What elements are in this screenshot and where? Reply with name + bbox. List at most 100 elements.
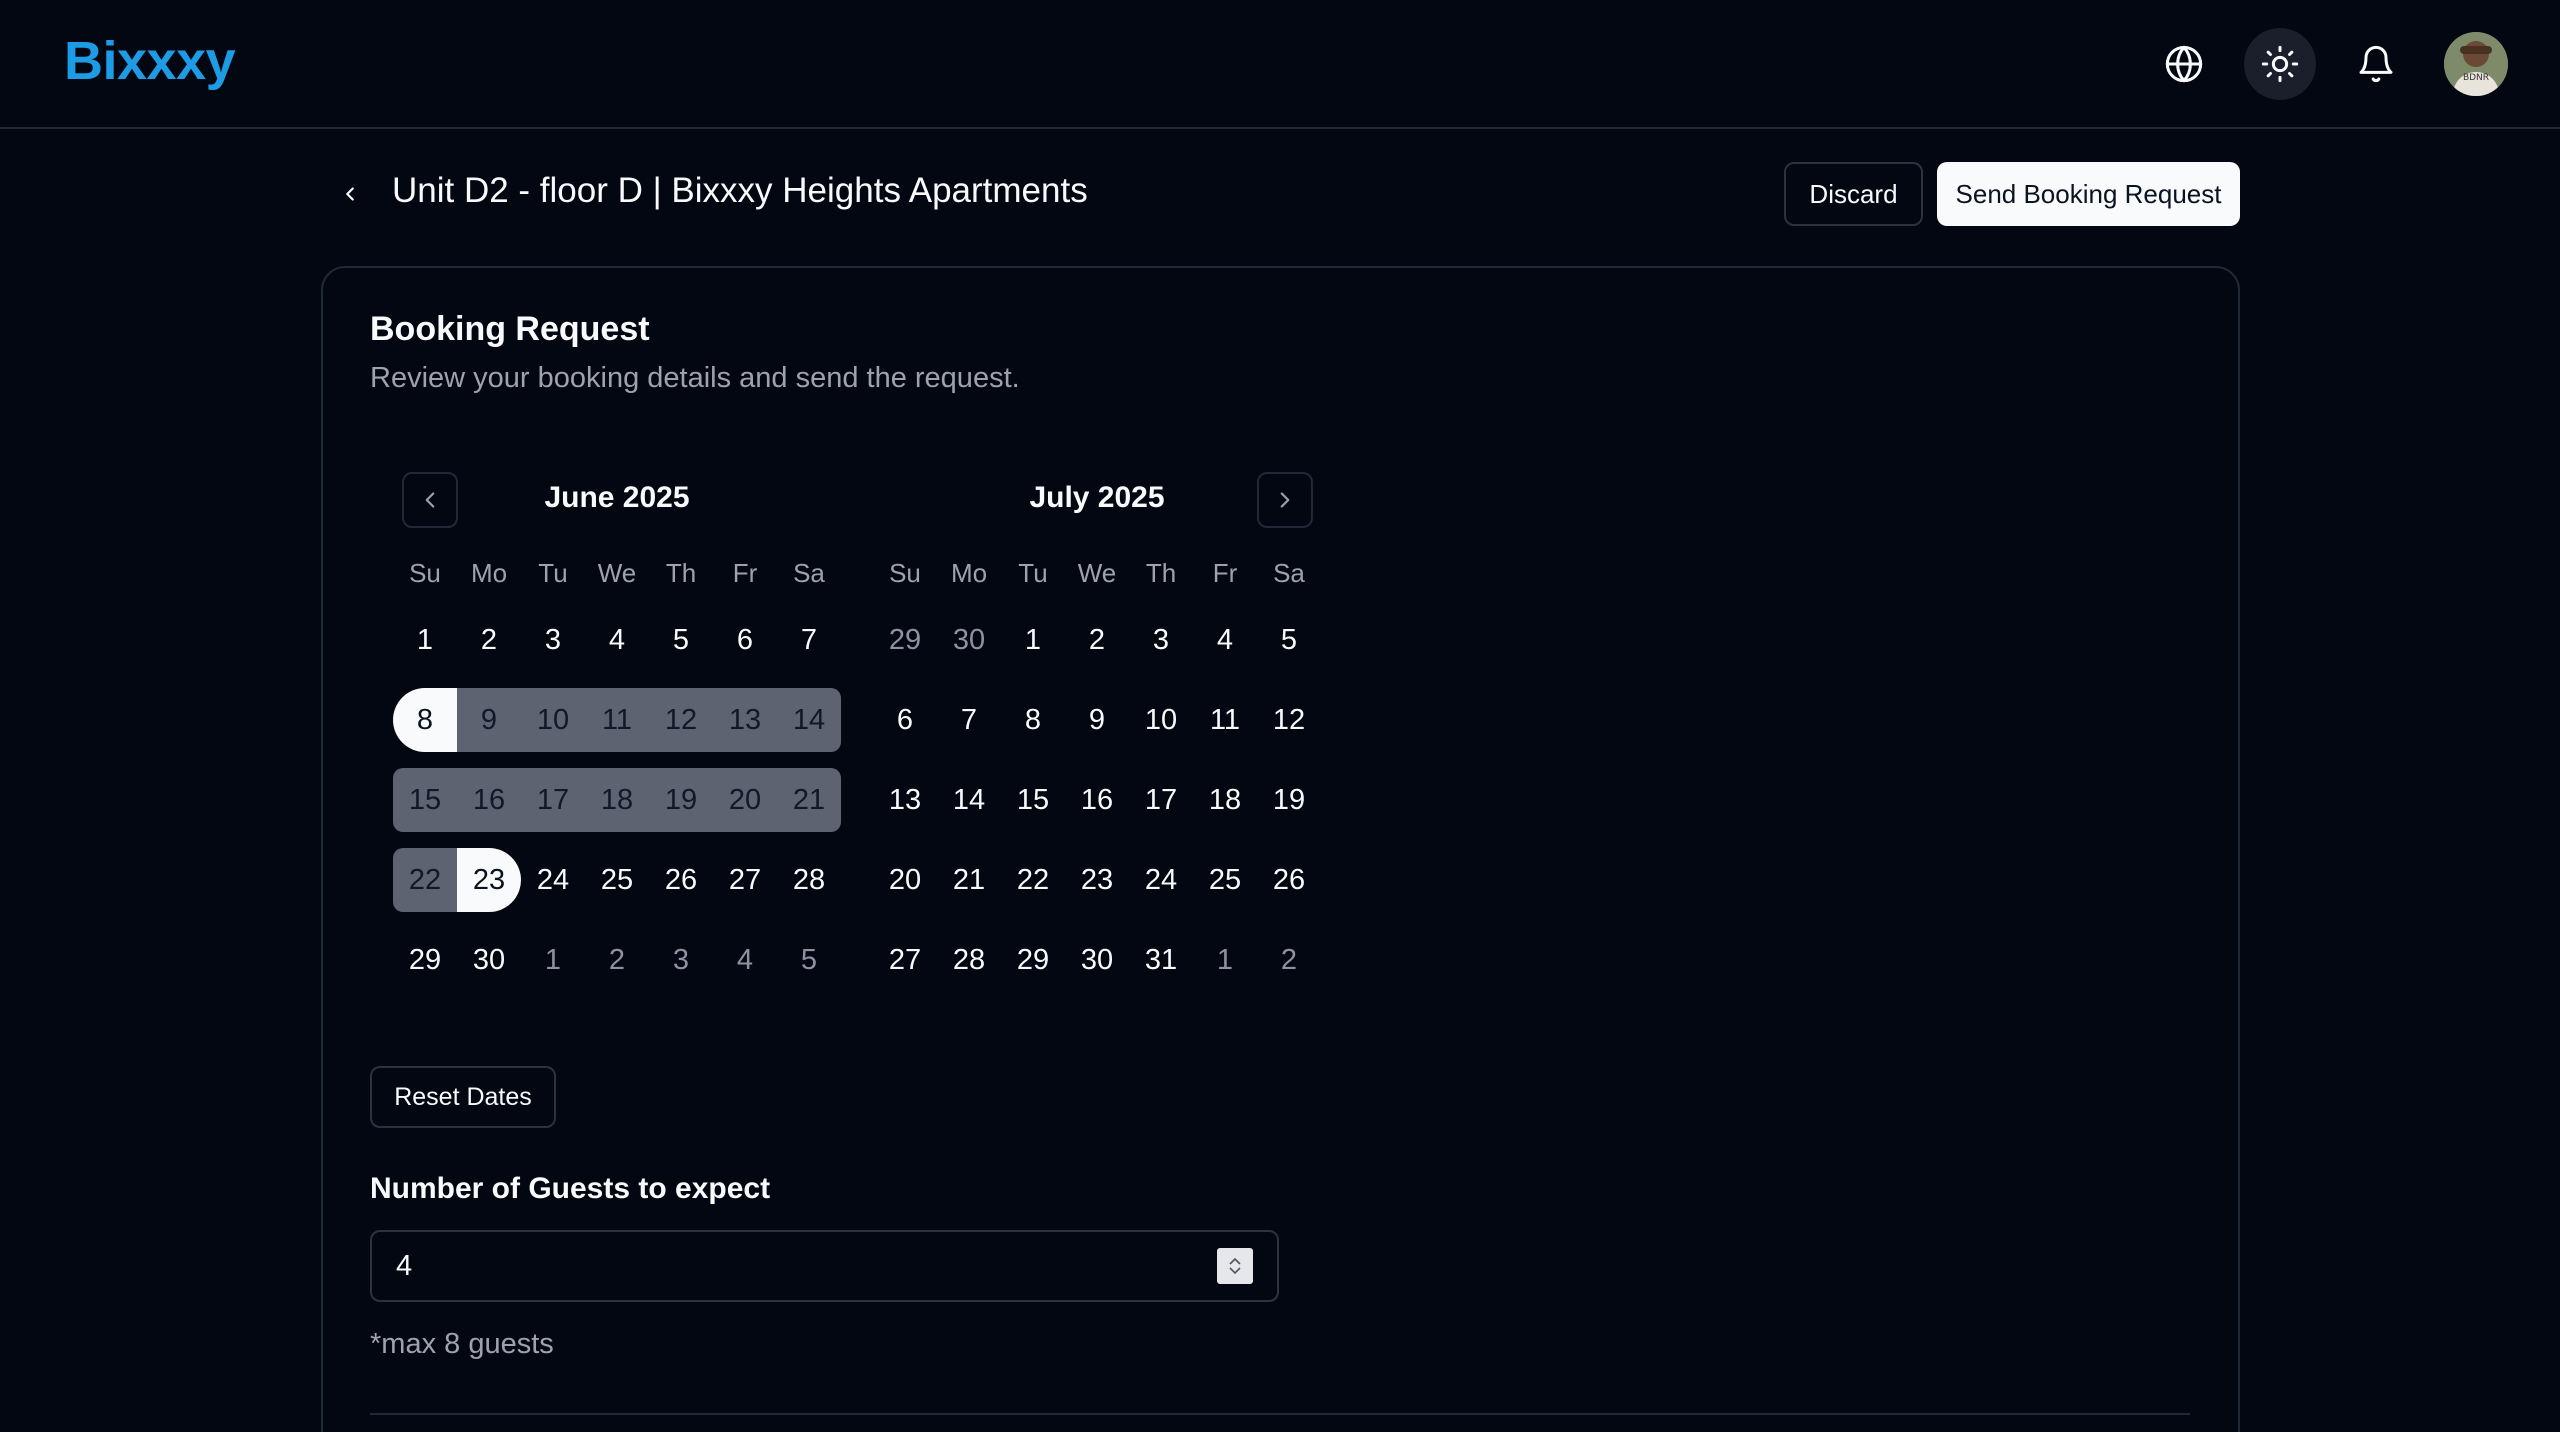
calendar-day[interactable]: 28 <box>937 928 1001 992</box>
calendar-day[interactable]: 3 <box>649 928 713 992</box>
calendar-day[interactable]: 18 <box>1193 768 1257 832</box>
calendar-day[interactable]: 9 <box>457 688 521 752</box>
send-booking-request-button[interactable]: Send Booking Request <box>1937 162 2240 226</box>
calendar-day[interactable]: 1 <box>393 608 457 672</box>
weekday-label: Tu <box>538 558 568 588</box>
calendar-day[interactable]: 6 <box>873 688 937 752</box>
calendar-day[interactable]: 13 <box>873 768 937 832</box>
language-button[interactable] <box>2148 28 2220 100</box>
calendar-day[interactable]: 21 <box>937 848 1001 912</box>
calendar-day[interactable]: 2 <box>457 608 521 672</box>
calendar-week-row: 27 28 29 30 31 1 2 <box>873 928 1321 992</box>
calendar-day[interactable]: 17 <box>1129 768 1193 832</box>
discard-button[interactable]: Discard <box>1784 162 1923 226</box>
calendar-week-row: 6 7 8 9 10 11 12 <box>873 688 1321 752</box>
calendar-day[interactable]: 30 <box>457 928 521 992</box>
calendar-day[interactable]: 5 <box>649 608 713 672</box>
calendar-week-row: 1234567 <box>393 608 841 672</box>
theme-toggle-button[interactable] <box>2244 28 2316 100</box>
calendar-day[interactable]: 15 <box>393 768 457 832</box>
calendar-day[interactable]: 1 <box>521 928 585 992</box>
bell-icon <box>2359 45 2393 83</box>
calendar-day[interactable]: 9 <box>1065 688 1129 752</box>
calendar-day-check-out[interactable]: 23 <box>457 848 521 912</box>
calendar-day[interactable]: 1 <box>1193 928 1257 992</box>
calendar-day[interactable]: 29 <box>1001 928 1065 992</box>
top-bar: Bixxxy BDNR <box>0 0 2560 129</box>
calendar-day[interactable]: 7 <box>937 688 1001 752</box>
booking-subtitle: Review your booking details and send the… <box>370 362 1020 394</box>
calendar-day[interactable]: 11 <box>585 688 649 752</box>
guests-input[interactable]: 4 <box>370 1230 1279 1302</box>
calendar-day[interactable]: 24 <box>1129 848 1193 912</box>
calendar-day[interactable]: 4 <box>585 608 649 672</box>
calendar-day[interactable]: 10 <box>1129 688 1193 752</box>
calendar-day[interactable]: 10 <box>521 688 585 752</box>
app-logo[interactable]: Bixxxy <box>64 30 236 92</box>
guests-stepper[interactable] <box>1217 1248 1253 1284</box>
calendar-day[interactable]: 25 <box>1193 848 1257 912</box>
guests-value[interactable]: 4 <box>396 1250 412 1283</box>
notifications-button[interactable] <box>2340 28 2412 100</box>
guests-label: Number of Guests to expect <box>370 1172 771 1205</box>
svg-text:BDNR: BDNR <box>2463 73 2489 83</box>
calendar-day[interactable]: 25 <box>585 848 649 912</box>
calendar-day[interactable]: 22 <box>393 848 457 912</box>
calendar-day-check-in[interactable]: 8 <box>393 688 457 752</box>
calendar-day[interactable]: 4 <box>1193 608 1257 672</box>
calendar-day[interactable]: 30 <box>937 608 1001 672</box>
calendar-day[interactable]: 29 <box>873 608 937 672</box>
calendar-day[interactable]: 31 <box>1129 928 1193 992</box>
calendar-day[interactable]: 2 <box>1065 608 1129 672</box>
calendar-day[interactable]: 3 <box>1129 608 1193 672</box>
calendar-day[interactable]: 14 <box>937 768 1001 832</box>
chevron-up-icon[interactable] <box>1228 1256 1242 1266</box>
calendar-day[interactable]: 2 <box>585 928 649 992</box>
calendar-day[interactable]: 26 <box>1257 848 1321 912</box>
calendar-day[interactable]: 5 <box>1257 608 1321 672</box>
sun-icon <box>2261 45 2299 83</box>
calendar-day[interactable]: 11 <box>1193 688 1257 752</box>
calendar-day[interactable]: 24 <box>521 848 585 912</box>
calendar-day[interactable]: 5 <box>777 928 841 992</box>
calendar-day[interactable]: 16 <box>1065 768 1129 832</box>
calendar-day[interactable]: 12 <box>649 688 713 752</box>
calendar-day[interactable]: 16 <box>457 768 521 832</box>
calendar-day[interactable]: 30 <box>1065 928 1129 992</box>
calendar-day[interactable]: 18 <box>585 768 649 832</box>
calendar-day[interactable]: 17 <box>521 768 585 832</box>
reset-dates-button[interactable]: Reset Dates <box>370 1066 556 1128</box>
calendar-day[interactable]: 13 <box>713 688 777 752</box>
calendar-week-row: 13 14 15 16 17 18 19 <box>873 768 1321 832</box>
calendar-day[interactable]: 27 <box>713 848 777 912</box>
calendar-day[interactable]: 15 <box>1001 768 1065 832</box>
back-button[interactable] <box>334 176 366 212</box>
calendar-day[interactable]: 19 <box>1257 768 1321 832</box>
calendar-day[interactable]: 29 <box>393 928 457 992</box>
weekday-label: Th <box>1145 558 1177 588</box>
user-avatar[interactable]: BDNR <box>2444 32 2508 96</box>
weekday-label: Th <box>665 558 697 588</box>
calendar-day[interactable]: 20 <box>713 768 777 832</box>
calendar-day[interactable]: 23 <box>1065 848 1129 912</box>
calendar-day[interactable]: 19 <box>649 768 713 832</box>
calendar-day[interactable]: 7 <box>777 608 841 672</box>
chevron-down-icon[interactable] <box>1228 1266 1242 1276</box>
calendar-day[interactable]: 1 <box>1001 608 1065 672</box>
calendar-day[interactable]: 2 <box>1257 928 1321 992</box>
weekday-label: We <box>1077 558 1117 588</box>
weekday-label: Sa <box>1273 558 1305 588</box>
calendar-day[interactable]: 20 <box>873 848 937 912</box>
calendar-day[interactable]: 4 <box>713 928 777 992</box>
calendar-week-row: 15 16 17 18 19 20 21 <box>393 768 841 832</box>
calendar-day[interactable]: 26 <box>649 848 713 912</box>
calendar-day[interactable]: 8 <box>1001 688 1065 752</box>
calendar-day[interactable]: 14 <box>777 688 841 752</box>
calendar-day[interactable]: 3 <box>521 608 585 672</box>
calendar-day[interactable]: 28 <box>777 848 841 912</box>
calendar-day[interactable]: 12 <box>1257 688 1321 752</box>
calendar-day[interactable]: 22 <box>1001 848 1065 912</box>
calendar-day[interactable]: 6 <box>713 608 777 672</box>
calendar-day[interactable]: 21 <box>777 768 841 832</box>
calendar-day[interactable]: 27 <box>873 928 937 992</box>
